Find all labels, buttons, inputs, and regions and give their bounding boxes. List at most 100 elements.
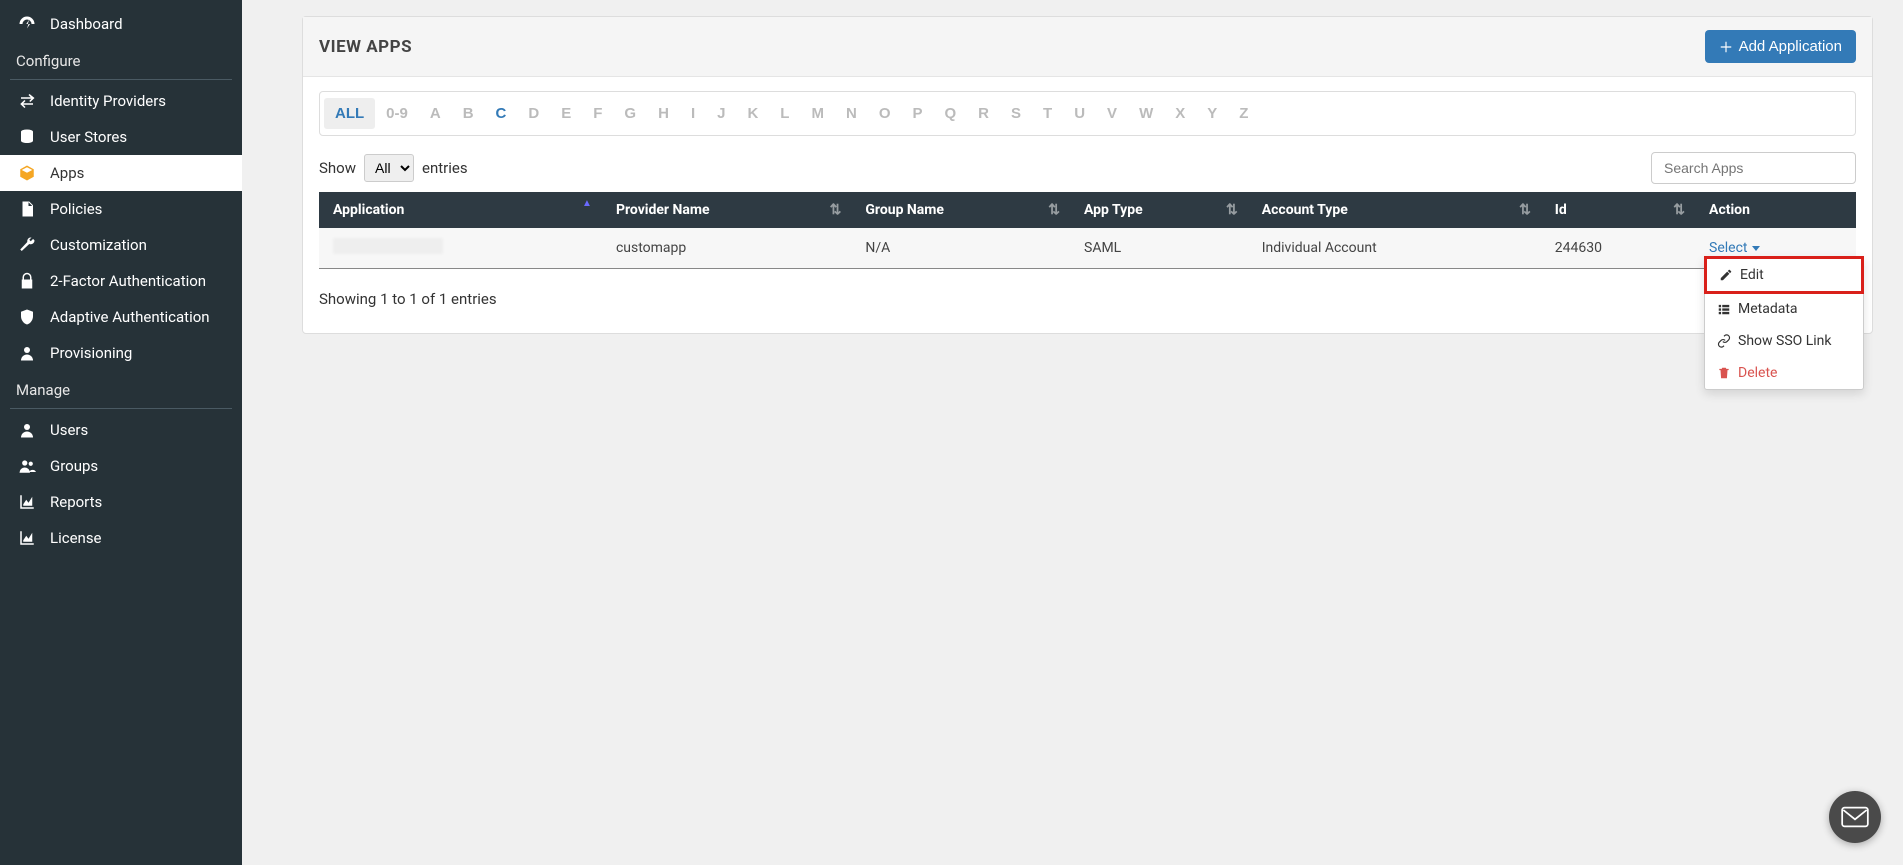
filter-letter-H[interactable]: H xyxy=(647,98,680,129)
filter-letter-S[interactable]: S xyxy=(1000,98,1032,129)
sidebar: Dashboard Configure Identity Providers U… xyxy=(0,0,242,865)
dropdown-show-sso[interactable]: Show SSO Link xyxy=(1705,325,1863,357)
panel-body: ALL 0-9ABCDEFGHIJKLMNOPQRSTUVWXYZ Show A… xyxy=(303,77,1872,333)
filter-letter-U[interactable]: U xyxy=(1063,98,1096,129)
user-icon xyxy=(16,344,38,362)
col-group[interactable]: Group Name⇅ xyxy=(851,192,1070,228)
col-apptype[interactable]: App Type⇅ xyxy=(1070,192,1248,228)
sidebar-item-adaptive-auth[interactable]: Adaptive Authentication xyxy=(0,299,242,335)
col-application[interactable]: Application▲ xyxy=(319,192,602,228)
sort-icon: ⇅ xyxy=(1048,202,1060,218)
sidebar-item-customization[interactable]: Customization xyxy=(0,227,242,263)
add-button-label: Add Application xyxy=(1739,38,1842,55)
sort-asc-icon: ▲ xyxy=(582,198,592,209)
sidebar-label: 2-Factor Authentication xyxy=(50,272,206,290)
filter-letter-E[interactable]: E xyxy=(550,98,582,129)
entries-info: Showing 1 to 1 of 1 entries xyxy=(319,290,497,308)
sidebar-item-dashboard[interactable]: Dashboard xyxy=(0,6,242,42)
dropdown-edit[interactable]: Edit xyxy=(1704,256,1864,294)
filter-letter-P[interactable]: P xyxy=(901,98,933,129)
plus-icon xyxy=(1719,40,1733,54)
sort-icon: ⇅ xyxy=(1673,202,1685,218)
sidebar-item-reports[interactable]: Reports xyxy=(0,484,242,520)
col-account[interactable]: Account Type⇅ xyxy=(1248,192,1541,228)
filter-letter-C[interactable]: C xyxy=(485,98,518,129)
database-icon xyxy=(16,128,38,146)
lock-icon xyxy=(16,272,38,290)
sidebar-item-provisioning[interactable]: Provisioning xyxy=(0,335,242,371)
sidebar-label: Dashboard xyxy=(50,15,123,33)
dashboard-icon xyxy=(16,15,38,33)
action-select-dropdown[interactable]: Select xyxy=(1709,240,1759,256)
panel-view-apps: VIEW APPS Add Application ALL 0-9ABCDEFG… xyxy=(302,16,1873,334)
filter-letter-A[interactable]: A xyxy=(419,98,452,129)
sidebar-item-user-stores[interactable]: User Stores xyxy=(0,119,242,155)
users-icon xyxy=(16,457,38,475)
page-title: VIEW APPS xyxy=(319,37,412,57)
sidebar-label: Reports xyxy=(50,493,102,511)
filter-letter-T[interactable]: T xyxy=(1032,98,1063,129)
sidebar-item-groups[interactable]: Groups xyxy=(0,448,242,484)
filter-letter-M[interactable]: M xyxy=(800,98,835,129)
file-icon xyxy=(16,200,38,218)
cell-account: Individual Account xyxy=(1248,228,1541,269)
filter-letter-Z[interactable]: Z xyxy=(1228,98,1259,129)
filter-letter-W[interactable]: W xyxy=(1128,98,1164,129)
sidebar-label: Policies xyxy=(50,200,102,218)
filter-letter-0-9[interactable]: 0-9 xyxy=(375,98,419,129)
entries-label: entries xyxy=(422,159,468,177)
shield-icon xyxy=(16,308,38,326)
sidebar-label: Groups xyxy=(50,457,98,475)
sidebar-item-2fa[interactable]: 2-Factor Authentication xyxy=(0,263,242,299)
cell-application xyxy=(319,228,602,269)
filter-letter-Y[interactable]: Y xyxy=(1196,98,1228,129)
cell-apptype: SAML xyxy=(1070,228,1248,269)
filter-all[interactable]: ALL xyxy=(324,98,375,129)
filter-letter-Q[interactable]: Q xyxy=(934,98,968,129)
sidebar-item-license[interactable]: License xyxy=(0,520,242,556)
redacted-text xyxy=(333,238,443,254)
contact-fab[interactable] xyxy=(1829,791,1881,843)
sidebar-section-configure: Configure xyxy=(0,42,242,76)
sidebar-label: Users xyxy=(50,421,88,439)
filter-letter-F[interactable]: F xyxy=(582,98,613,129)
dropdown-metadata[interactable]: Metadata xyxy=(1705,293,1863,325)
col-provider[interactable]: Provider Name⇅ xyxy=(602,192,851,228)
col-id[interactable]: Id⇅ xyxy=(1541,192,1695,228)
show-label: Show xyxy=(319,159,356,177)
filter-letter-B[interactable]: B xyxy=(452,98,485,129)
filter-letter-K[interactable]: K xyxy=(736,98,769,129)
sidebar-label: License xyxy=(50,529,102,547)
sidebar-item-apps[interactable]: Apps xyxy=(0,155,242,191)
search-input[interactable] xyxy=(1651,152,1856,184)
filter-letter-D[interactable]: D xyxy=(517,98,550,129)
filter-letter-R[interactable]: R xyxy=(967,98,1000,129)
filter-letter-L[interactable]: L xyxy=(769,98,800,129)
chart-icon xyxy=(16,529,38,547)
filter-letter-N[interactable]: N xyxy=(835,98,868,129)
cell-provider: customapp xyxy=(602,228,851,269)
sidebar-item-users[interactable]: Users xyxy=(0,412,242,448)
panel-header: VIEW APPS Add Application xyxy=(303,17,1872,77)
sidebar-item-identity-providers[interactable]: Identity Providers xyxy=(0,83,242,119)
table-row: customapp N/A SAML Individual Account 24… xyxy=(319,228,1856,269)
dropdown-delete[interactable]: Delete xyxy=(1705,357,1863,389)
filter-letter-J[interactable]: J xyxy=(706,98,736,129)
cell-group: N/A xyxy=(851,228,1070,269)
filter-letter-O[interactable]: O xyxy=(868,98,902,129)
show-entries: Show All entries xyxy=(319,154,468,182)
action-dropdown-menu: Edit Metadata Show SSO Link xyxy=(1704,256,1864,390)
sidebar-item-policies[interactable]: Policies xyxy=(0,191,242,227)
filter-letter-I[interactable]: I xyxy=(680,98,706,129)
add-application-button[interactable]: Add Application xyxy=(1705,30,1856,63)
filter-letter-G[interactable]: G xyxy=(613,98,647,129)
sidebar-label: Apps xyxy=(50,164,84,182)
sidebar-label: Adaptive Authentication xyxy=(50,308,210,326)
sidebar-section-manage: Manage xyxy=(0,371,242,405)
filter-letter-X[interactable]: X xyxy=(1164,98,1196,129)
filter-letter-V[interactable]: V xyxy=(1096,98,1128,129)
sidebar-label: Customization xyxy=(50,236,147,254)
entries-select[interactable]: All xyxy=(364,154,414,182)
mail-icon xyxy=(1841,806,1869,828)
sort-icon: ⇅ xyxy=(830,202,842,218)
